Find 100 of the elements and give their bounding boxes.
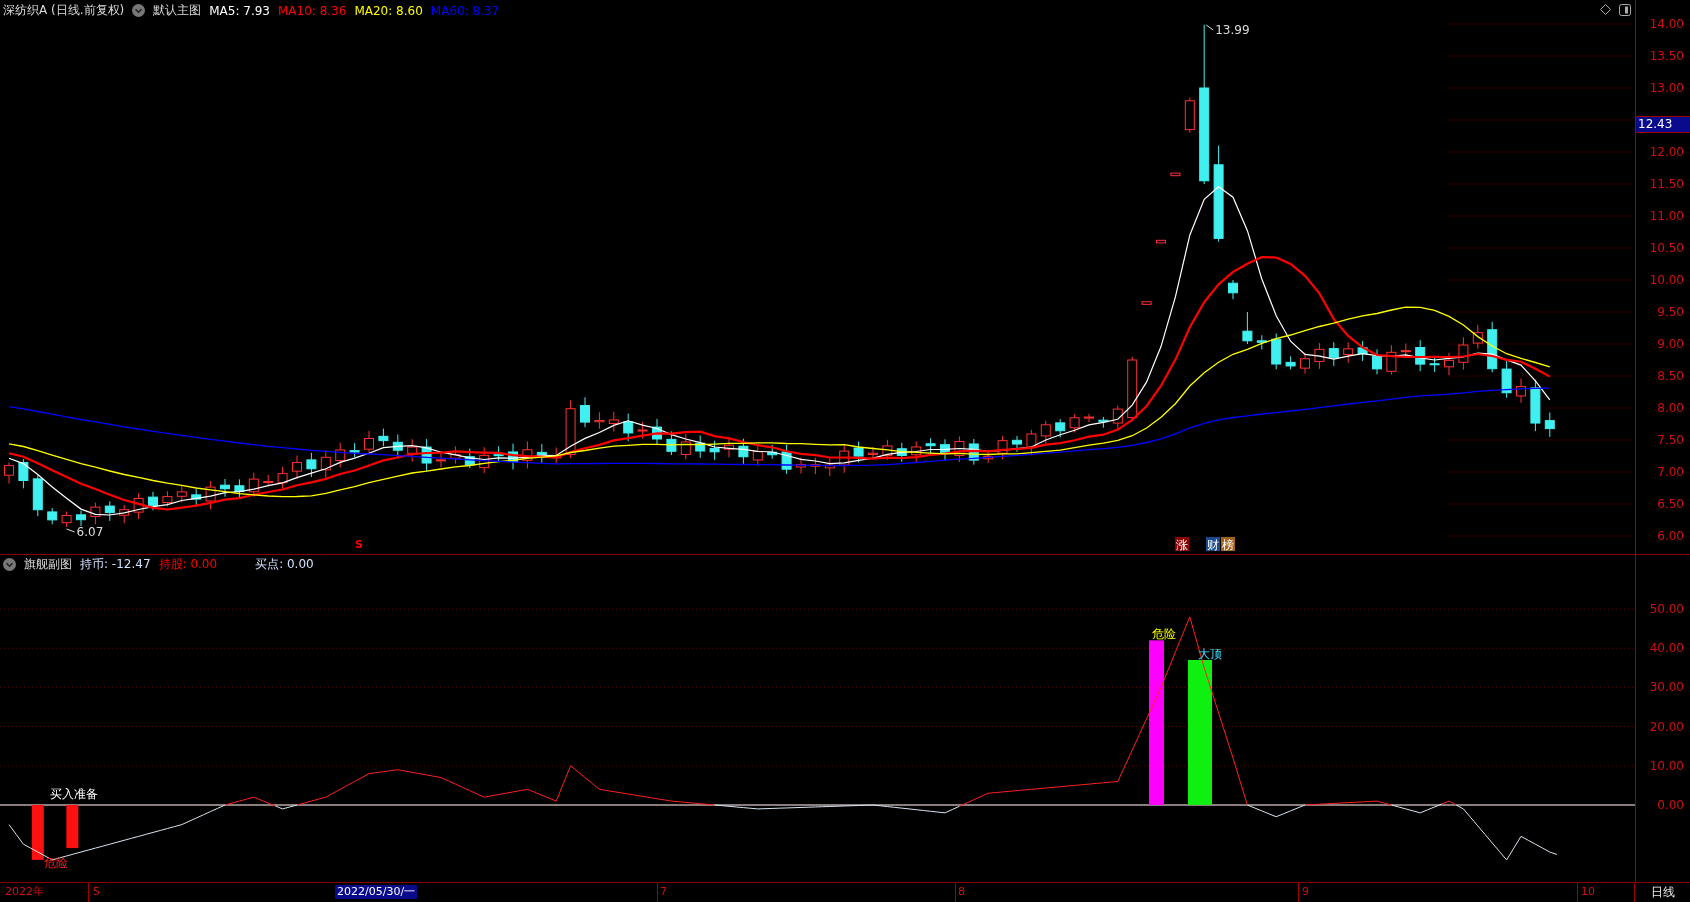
candle [76,510,86,527]
candle [320,449,331,479]
axis-label: 8.50 [1657,368,1684,384]
candle [824,457,835,477]
axis-label: 13.00 [1649,80,1684,96]
candle [1530,379,1541,432]
indicator-value: MA60: 8.37 [430,3,500,18]
candle [4,461,14,484]
axis-label: 30.00 [1649,679,1684,696]
signal-label: 大顶 [1198,647,1222,661]
candle [896,442,907,463]
period-label[interactable]: 日线 [1635,883,1690,902]
axis-label: 14.00 [1649,16,1684,32]
candle [47,507,58,525]
candle [1487,321,1498,373]
candle [580,396,590,428]
candle [1300,352,1310,375]
candle [1544,411,1555,438]
indicator-value: 买点: 0.00 [255,556,314,573]
axis-label: 20.00 [1649,718,1684,735]
candle [940,438,950,462]
dropdown-icon[interactable] [3,558,16,571]
current-price-label: 12.43 [1636,116,1690,134]
signal-label: 危险 [44,856,68,870]
candle [695,434,706,459]
candle [680,433,691,460]
axis-label: 10.00 [1649,272,1684,288]
candle [839,443,850,474]
axis-label: 6.00 [1657,528,1684,544]
candle [1429,355,1440,373]
candle [450,445,461,465]
candle [752,443,763,467]
date-label: 8 [958,885,965,899]
stock-title: 深纺织A (日线.前复权) [3,2,125,19]
candle [1400,343,1411,357]
candle [479,446,490,474]
candle [1458,336,1469,371]
candle [220,478,230,498]
candle [1098,416,1109,429]
dropdown-icon[interactable] [132,4,146,17]
candle [1069,413,1080,433]
axis-label: 9.00 [1657,336,1684,352]
candle [1040,420,1051,445]
signal-tag: 榜 [1221,537,1235,552]
candle [1415,339,1426,372]
candle [407,438,418,463]
candle [493,445,504,463]
candle [796,456,806,475]
diamond-icon[interactable] [1600,4,1611,15]
candle [954,435,965,463]
candle [810,457,821,475]
axis-label: 6.50 [1657,496,1684,512]
candle [1084,413,1094,423]
signal-bar [66,805,79,849]
candle [1055,418,1066,438]
candle [90,502,101,525]
signal-tag: 涨 [1175,537,1189,552]
candle [637,421,648,439]
high-price-label: 13.99 [1215,23,1250,37]
signal-bar [31,805,44,860]
candle [32,474,43,517]
candle [1372,348,1382,375]
candle [277,466,288,490]
signal-letter: S [355,538,363,551]
axis-label: 10.50 [1649,240,1684,256]
candle [119,504,130,524]
axis-label: 9.50 [1657,304,1684,320]
candle [724,437,734,458]
candle [1357,340,1368,362]
candle [1444,352,1454,376]
candle [263,474,274,487]
axis-label: 0.00 [1657,797,1684,813]
candle [306,452,317,478]
candle [61,510,72,528]
candle [709,440,720,461]
subchart-title[interactable]: 旗舰副图 [24,556,72,573]
candle [1184,97,1195,134]
candle [781,444,792,475]
date-label: 2022/05/30/一 [335,885,418,899]
candle [464,448,475,469]
candle [248,472,259,498]
indicator-value: MA10: 8.36 [278,3,347,18]
candle [133,492,144,520]
candle [652,418,662,446]
date-label: 7 [660,885,667,899]
candle [378,428,389,447]
signal-tag: 财 [1206,537,1220,552]
chart-name[interactable]: 默认主图 [153,2,202,19]
candle [1501,360,1512,399]
indicator-value: MA5: 7.93 [209,3,270,18]
panel-toggle-icon[interactable] [1619,4,1631,16]
candle [882,439,893,461]
axis-label: 11.50 [1649,176,1684,192]
candle [234,478,245,499]
candle [565,399,576,459]
candle [983,451,994,464]
candle [1516,378,1526,404]
candle [536,443,547,464]
candle [623,413,634,442]
axis-label: 8.00 [1657,400,1684,416]
